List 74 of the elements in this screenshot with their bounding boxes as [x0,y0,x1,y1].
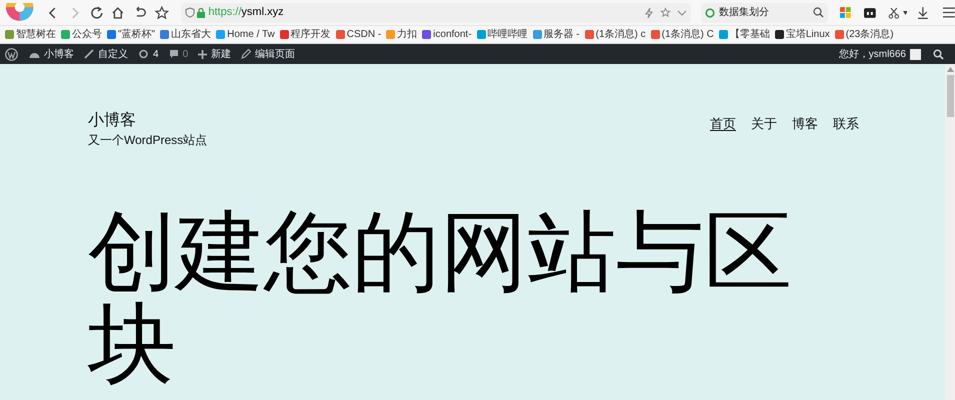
search-icon[interactable] [813,7,824,18]
updates-link[interactable]: 4 [138,46,159,62]
bookmark-item[interactable]: (23条消息) [834,28,894,40]
tv-icon[interactable] [864,6,876,18]
edit-page-link[interactable]: 编辑页面 [241,46,296,62]
site-menu[interactable]: 小博客 [29,46,74,62]
bookmark-icon [422,30,432,39]
bookmark-item[interactable]: 服务器 - [532,28,580,40]
bookmark-item[interactable]: 宝塔Linux [774,28,830,40]
star-icon[interactable] [660,7,671,18]
browser-logo-icon[interactable] [4,2,36,22]
bookmark-item[interactable]: 山东省大 [160,28,212,40]
account-menu[interactable]: 您好，ysml666 [838,46,921,62]
scrollbar[interactable] [945,64,955,400]
comment-icon [168,49,179,59]
reload-icon[interactable] [88,4,104,20]
bookmark-item[interactable]: Home / Tw [216,28,275,40]
chevron-down-icon[interactable] [676,8,687,16]
bookmark-icon [834,30,844,39]
lock-icon [197,8,206,18]
shield-icon [185,7,196,18]
bookmark-item[interactable]: (1条消息) C [650,28,714,40]
site-title[interactable]: 小博客 [88,110,208,132]
bookmark-icon [718,30,728,39]
plus-icon [198,50,208,58]
bookmark-item[interactable]: 力扣 [386,28,418,40]
bookmark-item[interactable]: "蓝桥杯" [107,28,156,40]
bookmark-icon [774,30,784,39]
bookmark-icon [216,30,226,39]
customize-link[interactable]: 自定义 [84,46,128,62]
site-tagline: 又一个WordPress站点 [88,132,208,148]
bookmark-icon [5,30,14,39]
new-link[interactable]: 新建 [198,46,232,62]
bookmark-icon [532,30,542,39]
bookmark-item[interactable]: 【零基础 [718,28,770,40]
scissors-icon[interactable] [888,6,900,18]
menu-icon[interactable] [943,7,955,18]
bookmark-item[interactable]: CSDN - [336,28,382,40]
bolt-icon[interactable] [644,6,654,18]
wordpress-logo-icon[interactable] [5,48,18,60]
bookmark-icon [476,30,486,39]
bookmark-icon [386,30,396,39]
circle-icon [704,8,715,18]
comments-link[interactable]: 0 [168,46,188,62]
search-text: 数据集划分 [718,6,770,20]
nav-link[interactable]: 博客 [792,114,818,134]
bookmark-item[interactable]: 程序开发 [280,28,331,40]
url-text: https://ysml.xyz [208,5,284,20]
bookmark-icon [160,30,170,39]
bookmark-item[interactable]: iconfont- [422,28,472,40]
nav-link[interactable]: 首页 [710,114,736,134]
search-field[interactable]: 数据集划分 [700,2,828,22]
search-icon[interactable] [933,48,944,60]
avatar-icon [910,48,921,60]
bookmark-icon [280,30,289,39]
bookmark-icon [650,30,660,39]
star-icon[interactable] [154,4,170,20]
bookmark-item[interactable]: 公众号 [61,28,102,40]
apps-icon[interactable] [840,6,852,18]
bookmark-icon [107,30,116,39]
bookmark-item[interactable]: 智慧树在 [5,28,56,40]
scroll-thumb[interactable] [946,75,954,117]
address-bar[interactable]: https://ysml.xyz [181,2,691,22]
bookmark-item[interactable]: (1条消息) c [584,28,646,40]
bookmark-icon [336,30,345,39]
bookmark-icon [584,30,594,39]
nav-link[interactable]: 关于 [751,114,777,134]
pencil-icon [241,49,252,59]
nav-link[interactable]: 联系 [833,114,859,134]
bookmark-item[interactable]: 哔哩哔哩 [476,28,528,40]
download-icon[interactable] [917,6,930,18]
bookmark-icon [61,30,70,39]
dropdown-icon[interactable] [902,10,908,14]
hero-heading: 创建您的网站与区块 [88,206,793,390]
